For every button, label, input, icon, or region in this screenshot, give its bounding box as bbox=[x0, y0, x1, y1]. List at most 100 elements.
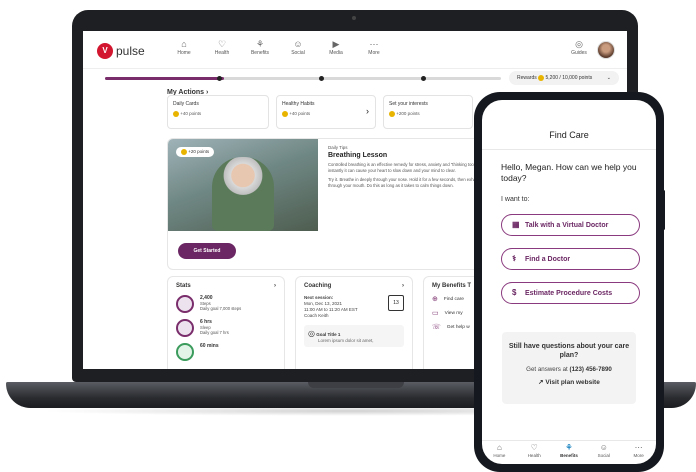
stat-goal: Daily goal 7 hrs bbox=[200, 330, 229, 335]
progress-milestone bbox=[217, 76, 222, 81]
benefit-label: View my bbox=[444, 310, 463, 316]
progress-milestone bbox=[421, 76, 426, 81]
bottom-tab-bar: ⌂ Home ♡ Health ⚘ Benefits ☺ Social ⋯ More bbox=[482, 440, 656, 464]
rewards-pill[interactable]: Rewards 5,200 / 10,000 points ⌄ bbox=[509, 71, 619, 85]
action-card-title: Daily Cards bbox=[173, 101, 199, 107]
goal-box[interactable]: ◎ Goal Title 1 Lorem ipsum dolor sit ame… bbox=[304, 325, 404, 347]
option-label: Talk with a Virtual Doctor bbox=[525, 222, 609, 229]
target-icon: ◎ bbox=[308, 329, 315, 338]
find-doctor-button[interactable]: ⚕ Find a Doctor bbox=[501, 248, 640, 270]
plan-website-link[interactable]: ↗ Visit plan website bbox=[502, 378, 636, 386]
guides-icon: ◎ bbox=[575, 39, 583, 49]
chevron-right-icon: › bbox=[366, 106, 369, 116]
tab-more[interactable]: ⋯ More bbox=[621, 441, 656, 464]
action-card-points: +40 points bbox=[173, 111, 263, 117]
call-prefix: Get answers at bbox=[526, 366, 568, 373]
coin-icon bbox=[538, 74, 545, 81]
external-link-icon: ↗ bbox=[538, 379, 544, 386]
nav-health[interactable]: ♡ Health bbox=[203, 39, 241, 56]
action-card[interactable]: Daily Cards +40 points bbox=[167, 95, 269, 129]
points-text: +200 points bbox=[396, 111, 420, 117]
heart-icon: ♡ bbox=[530, 443, 538, 452]
nav-social[interactable]: ☺ Social bbox=[279, 39, 317, 56]
nav-label: Benefits bbox=[250, 50, 270, 56]
camera bbox=[352, 16, 356, 20]
progress-milestone bbox=[319, 76, 324, 81]
nav-label: More bbox=[368, 50, 380, 56]
more-icon: ⋯ bbox=[634, 443, 643, 452]
points-text: +40 points bbox=[180, 111, 202, 117]
more-icon: ⋯ bbox=[369, 39, 379, 49]
woman-breathing-photo bbox=[212, 157, 274, 231]
stats-header[interactable]: Stats › bbox=[176, 283, 276, 289]
tab-benefits[interactable]: ⚘ Benefits bbox=[552, 441, 587, 464]
logo[interactable]: V pulse bbox=[97, 43, 145, 59]
benefits-title: My Benefits T bbox=[432, 283, 472, 289]
benefits-icon: ⚘ bbox=[565, 443, 573, 452]
option-label: Find a Doctor bbox=[525, 256, 571, 263]
tab-social[interactable]: ☺ Social bbox=[586, 441, 621, 464]
chevron-right-icon: › bbox=[274, 283, 276, 289]
next-session: Next session: Mon, Dec 13, 2021 11:00 AM… bbox=[304, 295, 404, 319]
help-box: Still have questions about your care pla… bbox=[502, 332, 636, 404]
nav-media[interactable]: ▶ Media bbox=[317, 39, 355, 56]
logo-mark: V bbox=[97, 43, 113, 59]
help-title: Still have questions about your care pla… bbox=[508, 343, 630, 359]
points-chip-text: +20 points bbox=[188, 149, 210, 155]
nav-benefits[interactable]: ⚘ Benefits bbox=[241, 39, 279, 56]
sleep-icon bbox=[176, 319, 194, 337]
tab-label: Social bbox=[597, 453, 610, 458]
tab-health[interactable]: ♡ Health bbox=[517, 441, 552, 464]
progress-fill bbox=[105, 77, 224, 80]
stat-row: 60 mins bbox=[176, 343, 276, 361]
rewards-points: 5,200 / 10,000 points bbox=[545, 75, 593, 81]
steps-icon bbox=[176, 295, 194, 313]
get-started-button[interactable]: Get Started bbox=[178, 243, 236, 259]
action-card-title: Set your interests bbox=[389, 101, 428, 107]
option-label: Estimate Procedure Costs bbox=[525, 290, 613, 297]
tab-home[interactable]: ⌂ Home bbox=[482, 441, 517, 464]
estimate-costs-button[interactable]: $ Estimate Procedure Costs bbox=[501, 282, 640, 304]
tab-label: Benefits bbox=[560, 453, 578, 458]
guides-label: Guides bbox=[571, 50, 587, 56]
card-icon: ▭ bbox=[432, 310, 439, 317]
guides-button[interactable]: ◎ Guides bbox=[567, 39, 591, 56]
stat-row: 6 hrs Sleep Daily goal 7 hrs bbox=[176, 319, 276, 337]
coaching-card: Coaching › Next session: Mon, Dec 13, 202… bbox=[295, 276, 413, 369]
benefit-label: Get help w bbox=[446, 324, 470, 330]
nav-label: Media bbox=[329, 50, 343, 56]
nav-home[interactable]: ⌂ Home bbox=[165, 39, 203, 56]
rewards-progress-bar bbox=[105, 76, 501, 81]
home-icon: ⌂ bbox=[181, 39, 187, 49]
main-nav: ⌂ Home ♡ Health ⚘ Benefits ☺ Social ▶ Media ⋯… bbox=[165, 39, 393, 56]
nav-more[interactable]: ⋯ More bbox=[355, 39, 393, 56]
action-card[interactable]: Set your interests +200 points bbox=[383, 95, 473, 129]
coaching-header[interactable]: Coaching › bbox=[304, 283, 404, 289]
calendar-icon: ▦ bbox=[512, 220, 520, 229]
page-title: Find Care bbox=[549, 130, 589, 140]
stat-row: 2,400 Steps Daily goal 7,000 steps bbox=[176, 295, 276, 313]
stat-goal: Daily goal 7,000 steps bbox=[200, 306, 242, 311]
home-icon: ⌂ bbox=[496, 443, 502, 452]
goal-text: Lorem ipsum dolor sit amet, bbox=[318, 338, 374, 343]
play-icon: ▶ bbox=[332, 39, 340, 49]
plan-website-label: Visit plan website bbox=[545, 379, 600, 386]
tab-label: Health bbox=[527, 453, 541, 458]
action-card-title: Healthy Habits bbox=[282, 101, 315, 107]
action-card[interactable]: Healthy Habits +40 points › bbox=[276, 95, 376, 129]
session-details: Next session: Mon, Dec 13, 2021 11:00 AM… bbox=[304, 295, 358, 319]
social-icon: ☺ bbox=[599, 443, 608, 452]
avatar[interactable] bbox=[597, 41, 615, 59]
phone-header: Find Care bbox=[482, 100, 656, 150]
virtual-doctor-button[interactable]: ▦ Talk with a Virtual Doctor bbox=[501, 214, 640, 236]
goal-title: Goal Title 1 bbox=[316, 332, 341, 337]
coin-icon bbox=[173, 111, 179, 117]
coin-icon bbox=[181, 149, 187, 155]
daily-tip-card: +20 points Daily Tips Breathing Lesson C… bbox=[167, 138, 507, 270]
action-card-points: +40 points bbox=[282, 111, 370, 117]
phone-number-link[interactable]: (123) 456-7890 bbox=[570, 366, 612, 373]
coin-icon bbox=[389, 111, 395, 117]
chevron-down-icon: ⌄ bbox=[606, 75, 611, 81]
help-call: Get answers at (123) 456-7890 bbox=[502, 366, 636, 373]
help-icon: ☏ bbox=[432, 324, 441, 331]
